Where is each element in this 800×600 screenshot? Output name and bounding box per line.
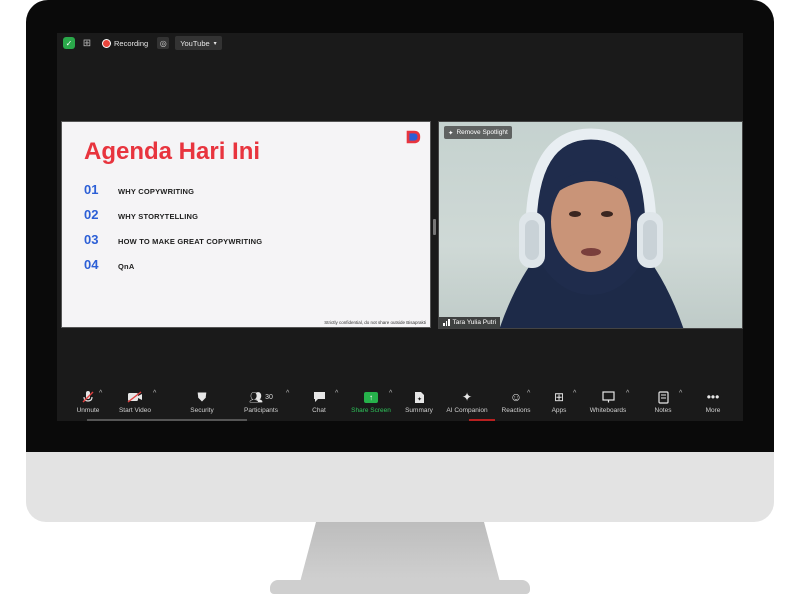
whiteboard-icon: [601, 389, 615, 405]
monitor-base: [270, 580, 530, 594]
youtube-stream-dropdown[interactable]: YouTube ▾: [175, 36, 222, 50]
chevron-down-icon: ▾: [213, 40, 217, 47]
whiteboards-label: Whiteboards: [589, 407, 627, 414]
chat-button[interactable]: Chat: [307, 389, 331, 414]
meeting-top-bar: ✓ ⊞ Recording ◎ YouTube ▾: [57, 33, 743, 53]
signal-strength-icon: [443, 319, 450, 326]
brand-logo-icon: [406, 130, 421, 144]
encryption-shield-icon[interactable]: ✓: [63, 37, 75, 49]
summary-document-icon: ✦: [414, 389, 425, 405]
agenda-number: 01: [84, 182, 99, 197]
record-dot-icon: [102, 38, 111, 48]
participants-count: 30: [265, 393, 273, 401]
share-screen-button[interactable]: ↑ Share Screen: [349, 389, 393, 414]
summary-label: Summary: [405, 407, 433, 414]
chevron-up-icon[interactable]: ^: [527, 390, 530, 397]
security-label: Security: [190, 407, 214, 414]
apps-button[interactable]: ⊞ Apps: [547, 389, 571, 414]
chevron-up-icon[interactable]: ^: [389, 390, 392, 397]
start-video-button[interactable]: Start Video: [115, 389, 155, 414]
meeting-info-icon[interactable]: ⊞: [81, 37, 93, 49]
agenda-item: 01 WHY COPYWRITING: [84, 182, 194, 197]
agenda-text: HOW TO MAKE GREAT COPYWRITING: [118, 237, 263, 246]
ai-companion-label: AI Companion: [446, 407, 488, 414]
live-stream-icon[interactable]: ◎: [157, 37, 170, 49]
chat-label: Chat: [312, 407, 326, 414]
participant-name-tag: Tara Yulia Putri: [439, 317, 501, 328]
agenda-item: 03 HOW TO MAKE GREAT COPYWRITING: [84, 232, 262, 247]
participants-button[interactable]: 👥︎ 30 Participants: [241, 389, 281, 415]
reactions-label: Reactions: [501, 407, 531, 414]
participant-name: Tara Yulia Putri: [452, 319, 497, 326]
emoji-smile-icon: ☺: [509, 390, 523, 404]
start-video-label: Start Video: [118, 407, 152, 414]
chevron-up-icon[interactable]: ^: [573, 390, 576, 397]
meeting-controls-toolbar: Unmute ^ Start Video ^ ⛊ Security 👥︎ 30 P…: [57, 389, 743, 421]
participant-video-tile[interactable]: ✦ Remove Spotlight Tara Yulia Putri: [438, 121, 743, 329]
agenda-number: 04: [84, 257, 99, 272]
security-button[interactable]: ⛊ Security: [185, 389, 219, 415]
svg-text:✦: ✦: [417, 396, 422, 403]
recording-label: Recording: [114, 38, 149, 48]
youtube-label: YouTube: [180, 38, 210, 48]
chevron-up-icon[interactable]: ^: [335, 390, 338, 397]
slide-footer: Strictly confidential, do not share outs…: [324, 320, 426, 325]
more-label: More: [705, 407, 721, 414]
remove-spotlight-button[interactable]: ✦ Remove Spotlight: [444, 126, 512, 139]
notes-label: Notes: [654, 407, 672, 414]
slide-title: Agenda Hari Ini: [84, 138, 261, 165]
agenda-text: QnA: [118, 262, 135, 271]
more-button[interactable]: ••• More: [701, 389, 725, 414]
camera-off-icon: [127, 389, 143, 405]
chevron-up-icon[interactable]: ^: [679, 390, 682, 397]
agenda-number: 02: [84, 207, 99, 222]
whiteboards-button[interactable]: Whiteboards: [587, 389, 629, 414]
agenda-text: WHY STORYTELLING: [118, 212, 199, 221]
resize-handle[interactable]: [433, 219, 436, 235]
shield-icon: ⛊: [197, 389, 207, 404]
toolbar-scroll-track: [87, 419, 247, 421]
apps-label: Apps: [551, 407, 567, 414]
share-screen-icon: ↑: [364, 391, 378, 403]
more-dots-icon: •••: [706, 390, 720, 404]
agenda-item: 04 QnA: [84, 257, 134, 272]
zoom-meeting-window: ✓ ⊞ Recording ◎ YouTube ▾ Agenda Hari In…: [57, 33, 743, 421]
summary-button[interactable]: ✦ Summary: [403, 389, 435, 414]
chevron-up-icon[interactable]: ^: [626, 390, 629, 397]
sparkle-icon: ✦: [461, 390, 473, 404]
ai-companion-button[interactable]: ✦ AI Companion: [445, 389, 489, 414]
pin-icon: ✦: [448, 129, 454, 137]
unmute-label: Unmute: [76, 407, 100, 414]
notes-button[interactable]: Notes: [651, 389, 675, 414]
chat-bubble-icon: [313, 389, 326, 405]
agenda-item: 02 WHY STORYTELLING: [84, 207, 198, 222]
apps-grid-icon: ⊞: [553, 390, 565, 404]
chevron-up-icon[interactable]: ^: [99, 390, 102, 397]
participant-video-feed: [499, 128, 684, 328]
agenda-text: WHY COPYWRITING: [118, 187, 195, 196]
chevron-up-icon[interactable]: ^: [286, 390, 289, 397]
shared-screen-slide: Agenda Hari Ini 01 WHY COPYWRITING 02 WH…: [61, 121, 431, 328]
chevron-up-icon[interactable]: ^: [153, 390, 156, 397]
remove-spotlight-label: Remove Spotlight: [456, 129, 508, 136]
monitor-chin: [26, 452, 774, 522]
notes-icon: [657, 389, 669, 405]
microphone-muted-icon: [81, 389, 95, 405]
share-screen-label: Share Screen: [351, 407, 391, 414]
participants-label: Participants: [244, 407, 278, 414]
monitor-stand: [300, 522, 500, 582]
agenda-number: 03: [84, 232, 99, 247]
recording-indicator[interactable]: Recording: [99, 36, 151, 50]
participants-icon: 👥︎ 30: [249, 391, 273, 404]
recording-active-indicator: [469, 419, 495, 421]
share-screen-icon-wrap: ↑: [364, 389, 378, 405]
